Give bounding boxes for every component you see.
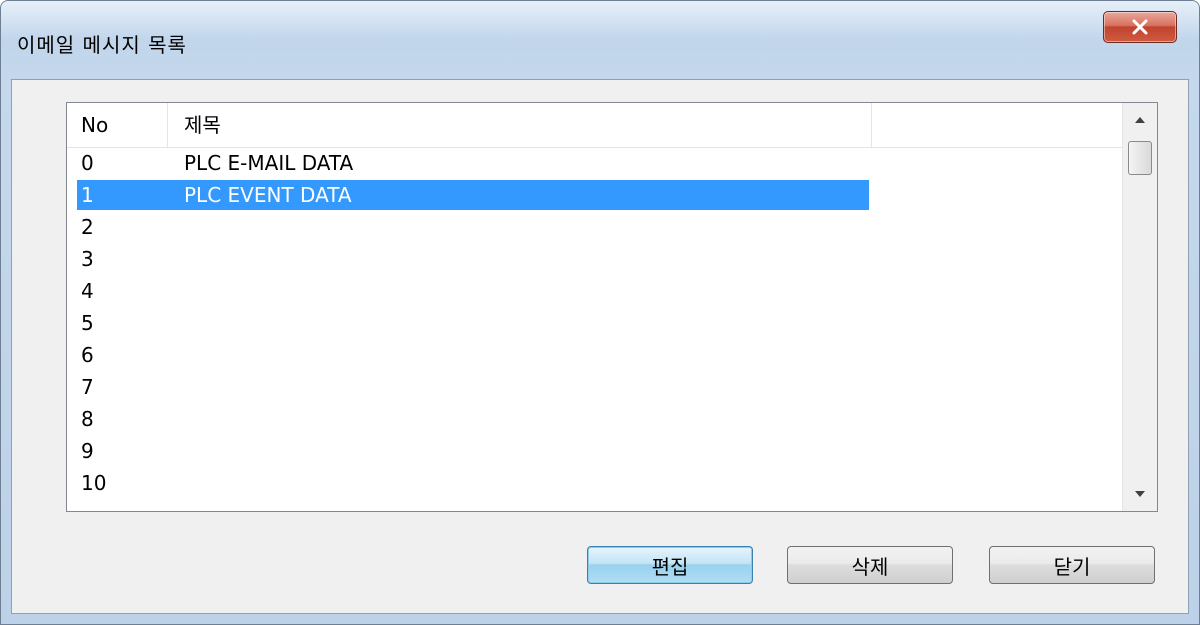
table-row[interactable]: 4 [67,275,1123,307]
table-row[interactable]: 6 [67,339,1123,371]
list-header: No 제목 [67,103,1123,148]
scroll-thumb[interactable] [1128,141,1152,175]
row-number: 2 [81,215,94,239]
scroll-down-button[interactable] [1123,477,1157,511]
table-row[interactable]: 10 [67,467,1123,499]
dialog-body: No 제목 0 PLC E-MAIL DATA 1 PLC EVENT DATA 2 3 4… [11,79,1189,614]
row-number: 9 [81,439,94,463]
close-button[interactable]: 닫기 [989,546,1155,584]
vertical-scrollbar[interactable] [1122,103,1157,511]
row-number: 3 [81,247,94,271]
row-subject: PLC EVENT DATA [184,183,352,207]
table-row[interactable]: 0 PLC E-MAIL DATA [67,147,1123,179]
table-row[interactable]: 1 PLC EVENT DATA [67,179,1123,211]
row-number: 7 [81,375,94,399]
dialog-title: 이메일 메시지 목록 [17,33,187,57]
row-number: 0 [81,151,94,175]
column-header-subject[interactable]: 제목 [184,103,221,147]
edit-button[interactable]: 편집 [587,546,753,584]
list-rows: 0 PLC E-MAIL DATA 1 PLC EVENT DATA 2 3 4 5 6 7 8 9 1… [67,147,1123,499]
delete-button[interactable]: 삭제 [787,546,953,584]
message-list[interactable]: No 제목 0 PLC E-MAIL DATA 1 PLC EVENT DATA 2 3 4… [66,102,1158,512]
arrow-down-icon [1135,491,1145,497]
row-number: 6 [81,343,94,367]
window-close-button[interactable] [1103,11,1177,43]
arrow-up-icon [1135,117,1145,123]
scroll-up-button[interactable] [1123,103,1157,137]
email-message-list-dialog: 이메일 메시지 목록 No 제목 0 PLC E-MAIL DATA 1 PLC EV… [0,0,1200,625]
column-divider[interactable] [167,103,168,147]
table-row[interactable]: 7 [67,371,1123,403]
row-number: 8 [81,407,94,431]
table-row[interactable]: 8 [67,403,1123,435]
row-number: 4 [81,279,94,303]
table-row[interactable]: 3 [67,243,1123,275]
row-number: 1 [81,183,94,207]
row-subject: PLC E-MAIL DATA [184,151,354,175]
row-number: 10 [81,471,107,495]
table-row[interactable]: 5 [67,307,1123,339]
row-number: 5 [81,311,94,335]
table-row[interactable]: 9 [67,435,1123,467]
table-row[interactable]: 2 [67,211,1123,243]
column-header-no[interactable]: No [81,103,108,147]
column-divider[interactable] [871,103,872,147]
close-icon [1132,19,1148,35]
